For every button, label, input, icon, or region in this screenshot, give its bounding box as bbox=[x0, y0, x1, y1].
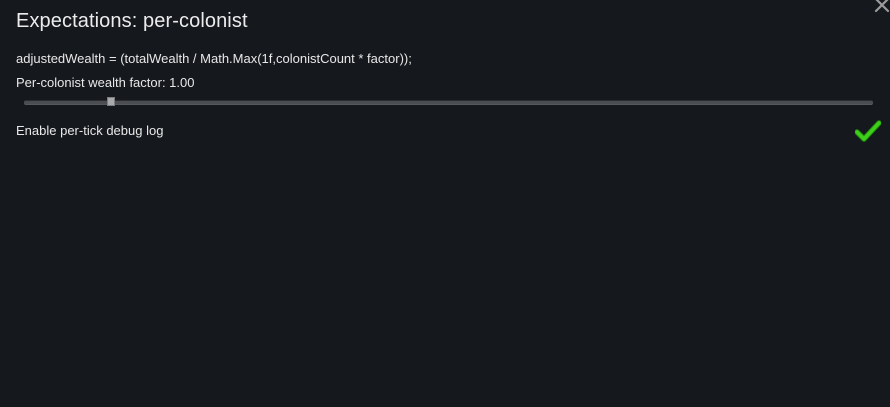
debug-log-label: Enable per-tick debug log bbox=[16, 123, 164, 138]
checkmark-icon bbox=[854, 120, 882, 142]
formula-text: adjustedWealth = (totalWealth / Math.Max… bbox=[16, 51, 412, 66]
wealth-factor-label: Per-colonist wealth factor: 1.00 bbox=[16, 75, 195, 90]
slider-track[interactable] bbox=[24, 100, 873, 105]
settings-window: Expectations: per-colonist adjustedWealt… bbox=[0, 0, 890, 407]
slider-handle[interactable] bbox=[107, 97, 115, 106]
window-title: Expectations: per-colonist bbox=[16, 10, 248, 32]
close-icon[interactable] bbox=[873, 0, 890, 14]
debug-log-checkbox[interactable] bbox=[854, 120, 882, 142]
wealth-factor-slider[interactable] bbox=[24, 95, 873, 109]
